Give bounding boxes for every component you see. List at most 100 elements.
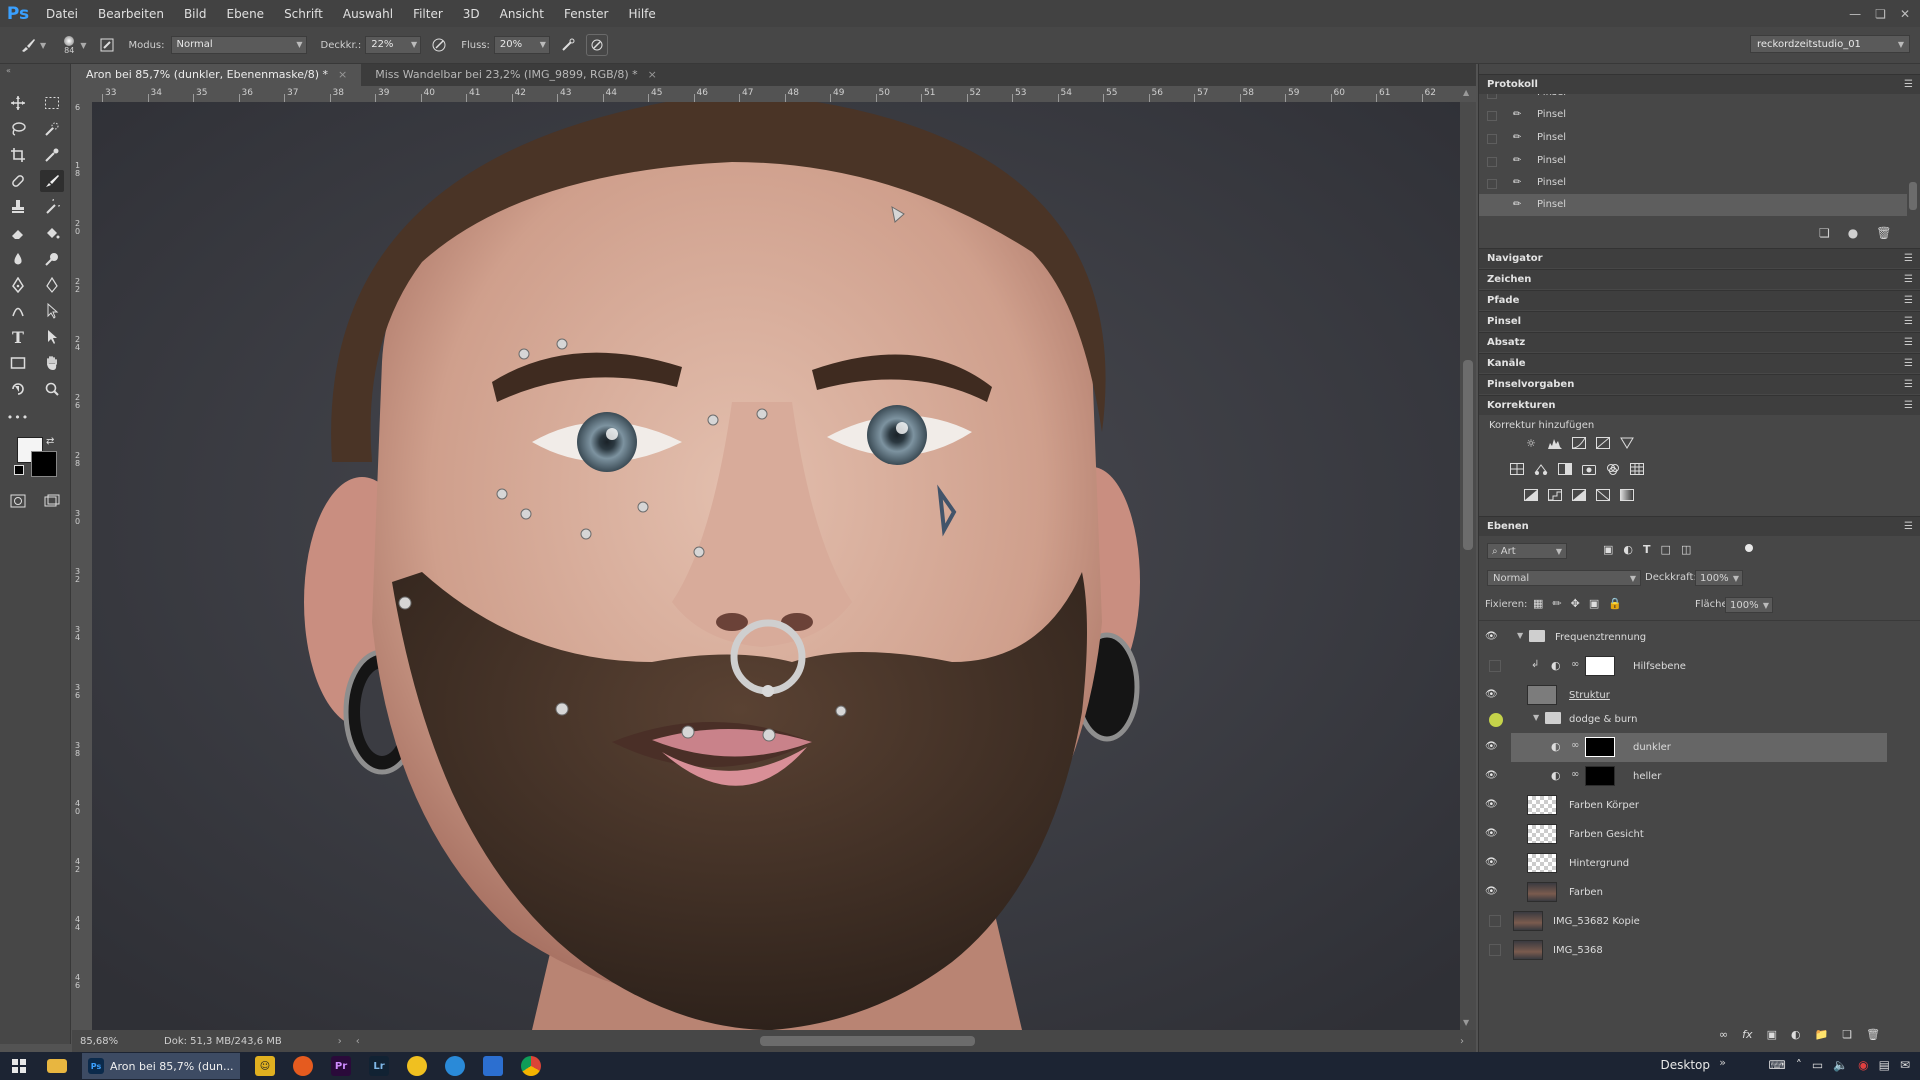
zeichen-panel-header[interactable]: Zeichen ☰ [1479,269,1920,289]
filter-toggle-icon[interactable] [1745,544,1753,552]
panel-menu-icon[interactable]: ☰ [1904,270,1913,290]
path-selection-tool-icon[interactable] [40,326,64,348]
tab-miss-wandelbar[interactable]: Miss Wandelbar bei 23,2% (IMG_9899, RGB/… [361,64,671,86]
levels-icon[interactable] [1547,436,1563,450]
freeform-pen-tool-icon[interactable] [40,274,64,296]
crop-tool-icon[interactable] [6,144,30,166]
taskbar-app-2-icon[interactable] [398,1052,436,1080]
chevron-down-icon[interactable]: ▼ [80,41,86,50]
panel-menu-icon[interactable]: ☰ [1904,249,1913,269]
quick-mask-icon[interactable] [6,490,30,512]
history-item[interactable]: ✏Pinsel [1479,150,1907,172]
scroll-up-icon[interactable]: ▲ [1463,88,1469,97]
menu-datei[interactable]: Datei [36,7,88,21]
history-checkbox[interactable] [1487,179,1497,189]
gradient-map-icon[interactable] [1619,488,1635,502]
photo-filter-icon[interactable] [1581,462,1597,476]
filter-pixel-icon[interactable]: ▣ [1603,543,1613,556]
menu-fenster[interactable]: Fenster [554,7,619,21]
pen-tool-icon[interactable] [6,274,30,296]
fill-field[interactable]: 100% ▼ [1725,597,1773,613]
paint-bucket-tool-icon[interactable] [40,222,64,244]
scroll-left-icon[interactable]: ‹ [356,1036,360,1047]
toolbar-expand-icon[interactable]: » [1719,1056,1726,1069]
taskbar-app-1-icon[interactable]: ☺ [246,1052,284,1080]
brush-size-picker[interactable]: 84 [64,35,74,55]
layer-farben[interactable]: 👁 Farben [1485,878,1887,907]
lock-pixels-icon[interactable]: ✏ [1552,597,1561,610]
lock-artboard-icon[interactable]: ▣ [1589,597,1599,610]
history-checkbox[interactable] [1487,94,1497,99]
brush-panel-toggle-icon[interactable] [97,35,117,55]
curvature-pen-tool-icon[interactable] [6,300,30,322]
panel-menu-icon[interactable]: ☰ [1904,396,1913,416]
layer-mask-thumbnail[interactable] [1585,656,1615,676]
hue-saturation-icon[interactable] [1509,462,1525,476]
layer-thumbnail[interactable] [1527,882,1557,902]
pinselvorgaben-panel-header[interactable]: Pinselvorgaben ☰ [1479,374,1920,394]
ruler-vertical[interactable]: 6 1 8 2 0 2 2 2 4 2 6 2 8 3 0 3 2 3 4 3 6 3 8 4 0 4 2… [72,102,93,1030]
eye-icon[interactable]: 👁 [1485,886,1501,898]
move-tool-icon[interactable] [6,92,30,114]
new-layer-icon[interactable]: ❏ [1842,1028,1852,1041]
menu-auswahl[interactable]: Auswahl [333,7,403,21]
type-tool-icon[interactable]: T [6,326,30,348]
horizontal-scroll-thumb[interactable] [760,1036,975,1046]
invert-icon[interactable] [1523,488,1539,502]
new-adjustment-icon[interactable]: ◐ [1791,1028,1801,1041]
layer-heller[interactable]: 👁 ◐ ∞ heller [1485,762,1887,791]
history-item[interactable]: ✏Pinsel [1479,172,1907,194]
taskbar-app-4-icon[interactable] [474,1052,512,1080]
history-scroll-thumb[interactable] [1909,182,1917,210]
history-brush-tool-icon[interactable] [40,196,64,218]
corrections-panel-header[interactable]: Korrekturen ☰ [1479,395,1920,415]
fluss-field[interactable]: 20% ▼ [493,36,550,54]
eyedropper-tool-icon[interactable] [40,144,64,166]
new-group-icon[interactable]: 📁 [1815,1028,1829,1041]
layer-thumbnail[interactable] [1527,685,1557,705]
menu-ebene[interactable]: Ebene [216,7,274,21]
menu-schrift[interactable]: Schrift [274,7,333,21]
channel-mixer-icon[interactable] [1605,462,1621,476]
layer-hintergrund[interactable]: 👁 Hintergrund [1485,849,1887,878]
ruler-horizontal[interactable]: 33 34 35 36 37 38 39 40 41 42 43 44 45 46 47 48 49 50 51 52… [92,86,1476,103]
filter-shape-icon[interactable]: □ [1661,543,1671,556]
lock-transparent-icon[interactable]: ▦ [1533,597,1543,610]
taskbar-app-3-icon[interactable] [436,1052,474,1080]
menu-ansicht[interactable]: Ansicht [490,7,554,21]
opacity-field[interactable]: 100% ▼ [1695,570,1743,586]
layer-img-5368[interactable]: IMG_5368 [1489,936,1887,965]
document-canvas[interactable] [92,102,1460,1030]
blur-tool-icon[interactable] [6,248,30,270]
camera-snapshot-icon[interactable]: ● [1848,226,1858,240]
selective-color-icon[interactable] [1595,488,1611,502]
toolbox-collapse-icon[interactable]: « [6,66,11,75]
premiere-icon[interactable]: Pr [322,1052,360,1080]
visibility-empty-box[interactable] [1489,660,1501,672]
history-item-selected[interactable]: ✏ Pinsel [1479,194,1907,216]
delete-layer-icon[interactable]: 🗑 [1866,1028,1880,1041]
fx-icon[interactable]: fx [1742,1028,1752,1041]
scroll-down-icon[interactable]: ▼ [1463,1018,1469,1027]
lock-all-icon[interactable]: 🔒 [1608,597,1622,610]
eye-icon[interactable]: 👁 [1485,631,1501,643]
antivirus-icon[interactable]: ◉ [1858,1058,1868,1072]
windows-start-icon[interactable] [0,1052,38,1080]
layer-thumbnail[interactable] [1513,940,1543,960]
pfade-panel-header[interactable]: Pfade ☰ [1479,290,1920,310]
color-balance-icon[interactable] [1533,462,1549,476]
eye-icon[interactable]: 👁 [1485,857,1501,869]
volume-icon[interactable]: 🔈 [1833,1058,1848,1072]
tray-expand-icon[interactable]: ˄ [1796,1058,1802,1072]
history-item[interactable]: ✏Pinsel [1479,104,1907,126]
history-checkbox[interactable] [1487,157,1497,167]
hand-tool-icon[interactable] [40,352,64,374]
chrome-icon[interactable] [512,1052,550,1080]
eye-icon[interactable]: 👁 [1485,770,1501,782]
blend-mode-select[interactable]: Normal ▼ [1487,570,1641,586]
filter-type-icon[interactable]: T [1643,543,1651,556]
layer-farben-gesicht[interactable]: 👁 Farben Gesicht [1485,820,1887,849]
filter-smartobject-icon[interactable]: ◫ [1681,543,1691,556]
menu-bearbeiten[interactable]: Bearbeiten [88,7,174,21]
panel-menu-icon[interactable]: ☰ [1904,375,1913,395]
